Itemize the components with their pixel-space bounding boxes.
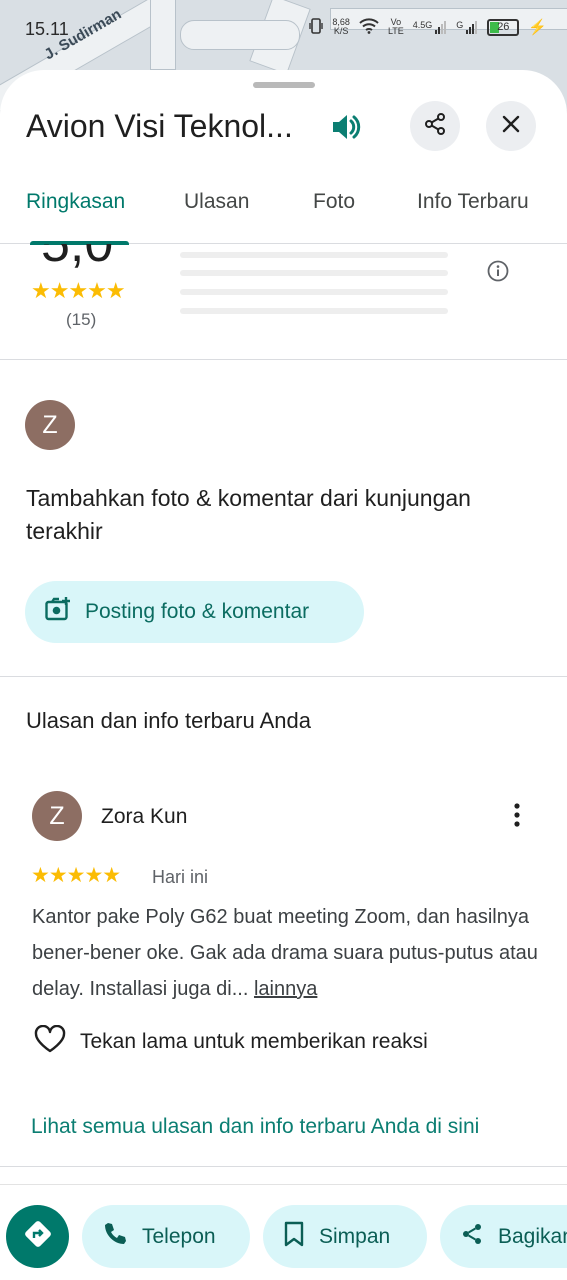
status-time: 15.11 [25, 19, 69, 39]
add-photo-prompt: Tambahkan foto & komentar dari kunjungan… [26, 485, 471, 544]
signal-2: G [456, 20, 478, 34]
directions-button[interactable] [6, 1205, 69, 1268]
save-button[interactable]: Simpan [263, 1205, 427, 1268]
tab-bar: Ringkasan Ulasan Foto Info Terbaru [0, 180, 567, 245]
react-button[interactable]: Tekan lama untuk memberikan reaksi [34, 1024, 428, 1059]
tab-ringkasan[interactable]: Ringkasan [26, 190, 125, 214]
tab-foto[interactable]: Foto [313, 190, 355, 214]
speaker-icon[interactable] [330, 112, 364, 142]
tab-info-terbaru[interactable]: Info Terbaru [417, 190, 529, 214]
net-speed: 8,68 K/S [332, 17, 350, 36]
signal-1: 4.5G [413, 20, 448, 34]
rating-summary[interactable]: 5,0 ★★★★★ (15) [0, 244, 567, 360]
close-button[interactable] [486, 101, 536, 151]
share-icon [460, 1222, 484, 1252]
call-button[interactable]: Telepon [82, 1205, 250, 1268]
save-label: Simpan [319, 1224, 391, 1248]
bookmark-icon [283, 1221, 305, 1253]
react-label: Tekan lama untuk memberikan reaksi [80, 1030, 428, 1053]
review-date: Hari ini [152, 867, 209, 887]
share-button[interactable] [410, 101, 460, 151]
divider [0, 676, 567, 677]
read-more-link[interactable]: lainnya [254, 978, 317, 1000]
post-photo-comment-button[interactable]: Posting foto & komentar [25, 581, 364, 643]
more-options-icon[interactable] [505, 801, 529, 834]
rating-bar-5 [180, 252, 448, 258]
charging-icon: ⚡ [528, 19, 547, 36]
phone-icon [102, 1221, 128, 1253]
rating-count: (15) [66, 310, 97, 329]
add-photo-icon [45, 597, 71, 627]
tab-ulasan[interactable]: Ulasan [184, 190, 249, 214]
volte-indicator: Vo LTE [387, 17, 404, 36]
place-title: Avion Visi Teknol... [26, 108, 293, 144]
rating-bar-3 [180, 289, 448, 295]
reviewer-avatar[interactable]: Z [32, 791, 82, 841]
drag-handle[interactable] [253, 82, 315, 88]
share-action-button[interactable]: Bagikan [440, 1205, 567, 1268]
divider [0, 1166, 567, 1167]
action-bar: Telepon Simpan Bagikan [0, 1184, 567, 1280]
rating-bar-4 [180, 270, 448, 276]
rating-value: 5,0 [41, 244, 114, 273]
wifi-icon [359, 18, 379, 36]
user-avatar: Z [25, 400, 75, 450]
info-icon[interactable] [487, 260, 509, 287]
status-icons: 8,68 K/S Vo LTE 4.5G G 26 ⚡ [309, 18, 547, 36]
vibrate-icon [309, 18, 324, 36]
directions-icon [24, 1220, 52, 1253]
review-text: Kantor pake Poly G62 buat meeting Zoom, … [32, 899, 542, 1007]
rating-stars: ★★★★★ [31, 278, 126, 303]
place-sheet: Avion Visi Teknol... Ringkasan Ulasan Fo… [0, 70, 567, 1280]
share-icon [423, 112, 447, 141]
share-label: Bagikan [498, 1224, 567, 1248]
post-photo-comment-label: Posting foto & komentar [85, 600, 310, 623]
see-all-reviews-link[interactable]: Lihat semua ulasan dan info terbaru Anda… [31, 1115, 479, 1139]
call-label: Telepon [142, 1224, 216, 1248]
reviews-section-title: Ulasan dan info terbaru Anda [26, 708, 311, 733]
heart-icon [34, 1024, 66, 1059]
status-bar: 15.11 8,68 K/S Vo LTE 4.5G G 26 ⚡ [0, 12, 567, 48]
reviewer-name[interactable]: Zora Kun [101, 805, 187, 829]
review-stars: ★★★★★ [31, 864, 121, 887]
close-icon [501, 114, 521, 139]
battery-icon: 26 [487, 18, 520, 36]
rating-bar-2 [180, 308, 448, 314]
